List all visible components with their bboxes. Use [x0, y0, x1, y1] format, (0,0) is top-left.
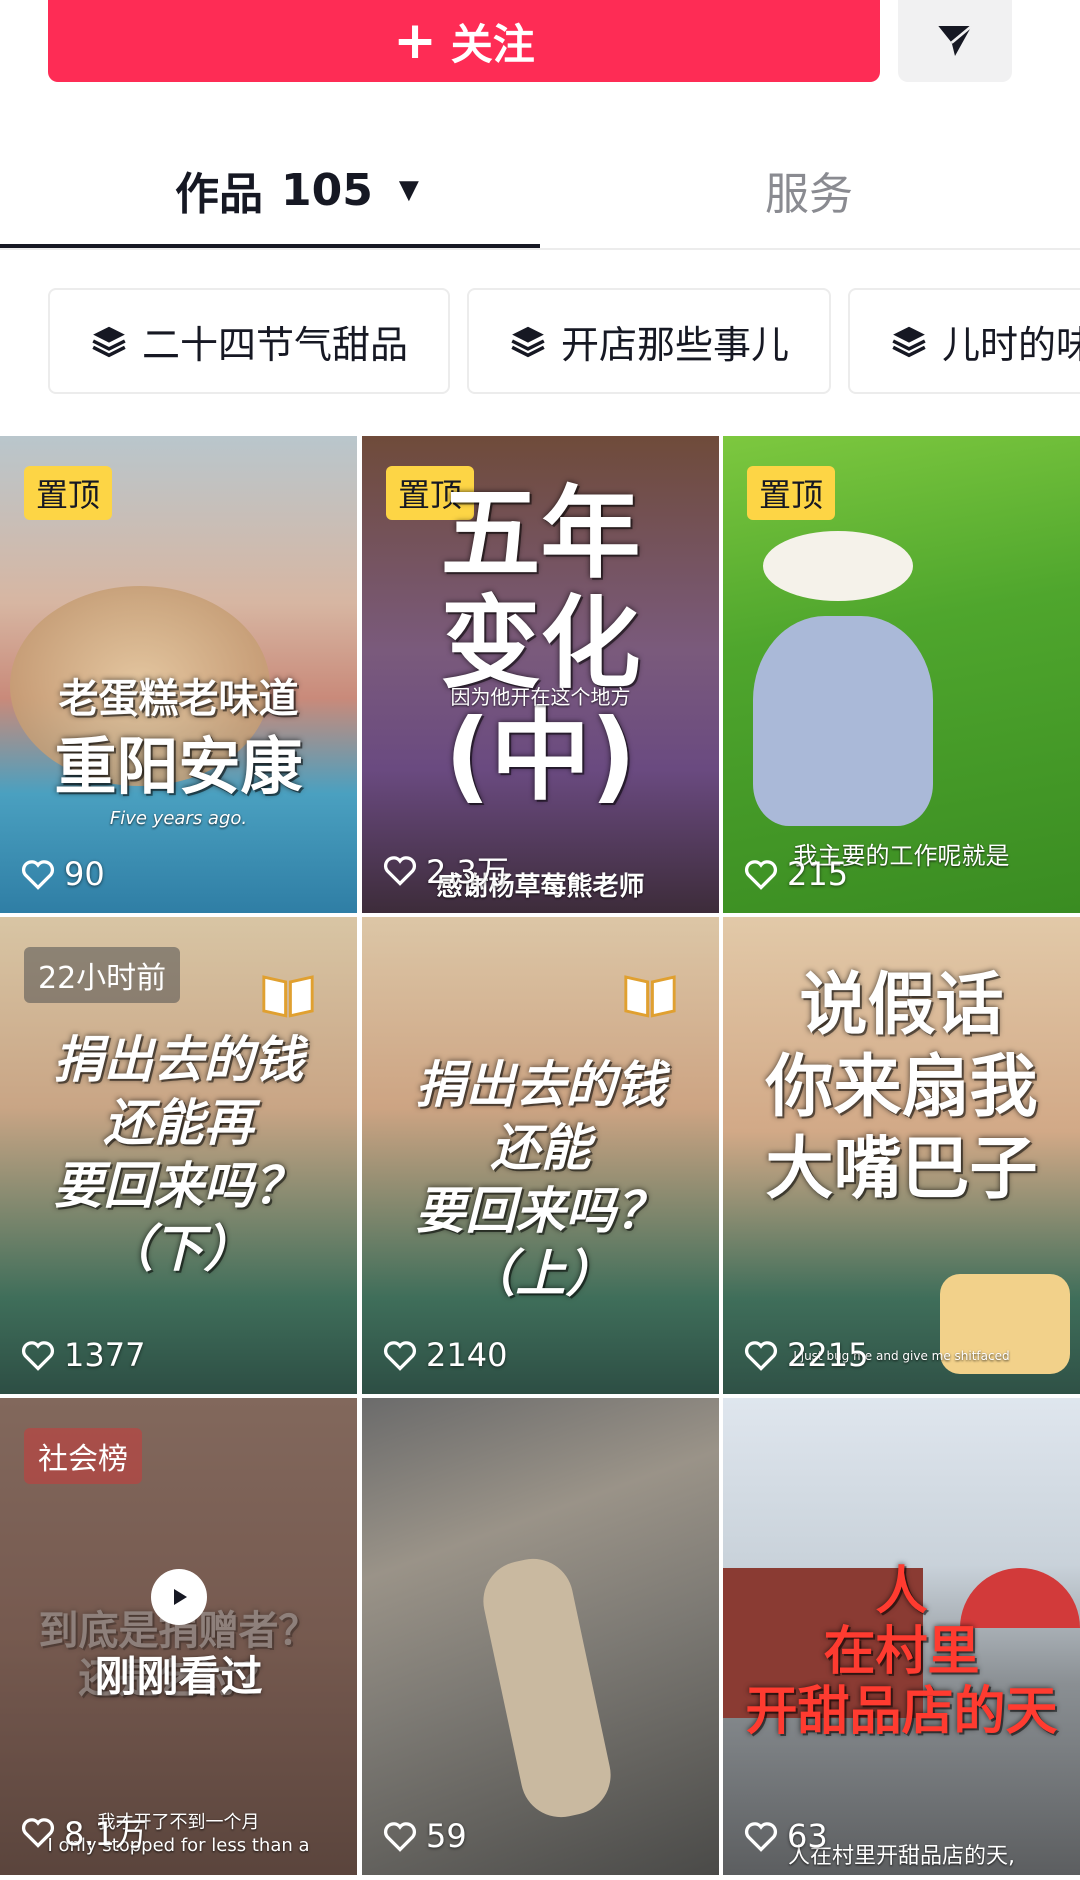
- video-title-line: 你来扇我: [765, 1048, 1038, 1127]
- collection-label: 开店那些事儿: [561, 322, 790, 367]
- layers-icon: [892, 326, 926, 358]
- layers-icon: [92, 326, 126, 358]
- video-title-line: 五年: [440, 475, 641, 592]
- recently-watched-label: 刚刚看过: [94, 1652, 263, 1701]
- like-count: 1377: [20, 1336, 145, 1374]
- like-count: 2215: [743, 1336, 868, 1374]
- like-count: 63: [743, 1817, 828, 1855]
- video-thumbnail[interactable]: 捐出去的钱 还能 要回来吗？ （上） 2140: [362, 917, 719, 1394]
- like-count: 2140: [382, 1336, 507, 1374]
- time-badge: 22小时前: [24, 947, 181, 1003]
- rank-badge: 社会榜: [24, 1428, 142, 1484]
- like-count: 2.3万: [382, 847, 509, 893]
- heart-icon: [744, 1341, 778, 1371]
- video-thumbnail[interactable]: 说假话 你来扇我 大嘴巴子 I just bug me and give me …: [723, 917, 1080, 1394]
- book-icon: [262, 975, 314, 1018]
- sun-hat: [763, 531, 913, 601]
- video-caption: 因为他开在这个地方: [450, 685, 631, 709]
- follow-button[interactable]: + 关注: [48, 0, 880, 82]
- like-count-value: 90: [64, 855, 105, 893]
- heart-icon: [383, 856, 417, 886]
- video-title-line: 大嘴巴子: [765, 1130, 1038, 1209]
- tab-works-label: 作品: [175, 169, 263, 220]
- plus-icon: +: [393, 11, 437, 71]
- heart-icon: [21, 1818, 55, 1848]
- heart-icon: [21, 860, 55, 890]
- video-title-line: 在村里: [823, 1622, 980, 1682]
- send-icon: [938, 24, 973, 56]
- like-count-value: 63: [787, 1817, 828, 1855]
- collection-chip[interactable]: 儿时的味: [848, 288, 1080, 394]
- person-figure: [753, 616, 933, 826]
- tab-works[interactable]: 作品 105 ▼: [175, 160, 419, 221]
- like-count: 59: [382, 1817, 467, 1855]
- like-count: 8.1万: [20, 1809, 147, 1855]
- video-thumbnail[interactable]: 22小时前 捐出去的钱 还能再 要回来吗？ （下） 1377: [0, 917, 357, 1394]
- tab-service-label: 服务: [765, 169, 853, 220]
- video-title-line: 要回来吗？: [415, 1182, 666, 1240]
- like-count: 215: [743, 855, 848, 893]
- video-thumbnail[interactable]: 到底是捐赠者？ 还是乞讨？ 刚刚看过 社会榜 我才开了不到一个月 I only …: [0, 1398, 357, 1875]
- layers-icon: [511, 326, 545, 358]
- like-count-value: 2.3万: [426, 853, 509, 891]
- video-title-line: 还能: [490, 1119, 591, 1177]
- video-title-line: （上）: [465, 1245, 616, 1303]
- pinned-badge: 置顶: [24, 466, 113, 520]
- video-title-line: 人: [875, 1562, 928, 1622]
- collection-chip[interactable]: 开店那些事儿: [467, 288, 831, 394]
- video-title-line: 捐出去的钱: [415, 1056, 666, 1114]
- video-grid: 置顶 老蛋糕老味道 重阳安康 Five years ago. 90 置顶 五年 …: [0, 436, 1080, 1880]
- video-thumbnail[interactable]: 59: [362, 1398, 719, 1875]
- heart-icon: [383, 1822, 417, 1852]
- heart-icon: [744, 1822, 778, 1852]
- cat-figure: [475, 1551, 619, 1825]
- heart-icon: [383, 1341, 417, 1371]
- video-title-line: 还能再: [103, 1094, 254, 1152]
- send-button[interactable]: [898, 0, 1012, 82]
- video-title-line: 开甜品店的天: [745, 1682, 1058, 1742]
- like-count-value: 1377: [64, 1336, 146, 1374]
- like-count-value: 215: [787, 855, 849, 893]
- like-count-value: 2140: [426, 1336, 508, 1374]
- caret-down-icon: ▼: [398, 175, 419, 205]
- book-icon: [624, 975, 676, 1018]
- works-count: 105: [281, 164, 373, 216]
- video-title-line: 要回来吗？: [53, 1157, 304, 1215]
- tab-divider: [0, 248, 1080, 250]
- like-count: 90: [20, 855, 105, 893]
- play-icon: [150, 1569, 207, 1625]
- heart-icon: [744, 860, 778, 890]
- video-title-line: 说假话: [799, 966, 1004, 1045]
- collection-chips: 二十四节气甜品 开店那些事儿 儿时的味: [0, 288, 1080, 396]
- collection-chip[interactable]: 二十四节气甜品: [48, 288, 450, 394]
- video-title-line: 捐出去的钱: [53, 1031, 304, 1089]
- like-count-value: 2215: [787, 1336, 869, 1374]
- video-title-line: 老蛋糕老味道: [58, 676, 299, 722]
- like-count-value: 8.1万: [64, 1815, 147, 1853]
- video-thumbnail[interactable]: 置顶 五年 变化 (中) 因为他开在这个地方 感谢杨草莓熊老师 2.3万: [362, 436, 719, 913]
- tab-service[interactable]: 服务: [765, 160, 853, 220]
- video-title-line: （下）: [103, 1220, 254, 1278]
- heart-icon: [21, 1341, 55, 1371]
- like-count-value: 59: [426, 1817, 467, 1855]
- pinned-badge: 置顶: [747, 466, 836, 520]
- video-thumbnail[interactable]: 置顶 老蛋糕老味道 重阳安康 Five years ago. 90: [0, 436, 357, 913]
- collection-label: 儿时的味: [942, 322, 1080, 367]
- video-thumbnail[interactable]: 置顶 我主要的工作呢就是 215: [723, 436, 1080, 913]
- video-title-line: (中): [444, 697, 637, 814]
- video-caption: Five years ago.: [109, 808, 248, 829]
- profile-tabs: 作品 105 ▼ 服务: [0, 140, 1080, 252]
- follow-label: 关注: [450, 19, 535, 69]
- video-title-line: 重阳安康: [54, 730, 303, 803]
- video-thumbnail[interactable]: 人 在村里 开甜品店的天 人在村里开甜品店的天, 63: [723, 1398, 1080, 1875]
- collection-label: 二十四节气甜品: [142, 322, 409, 367]
